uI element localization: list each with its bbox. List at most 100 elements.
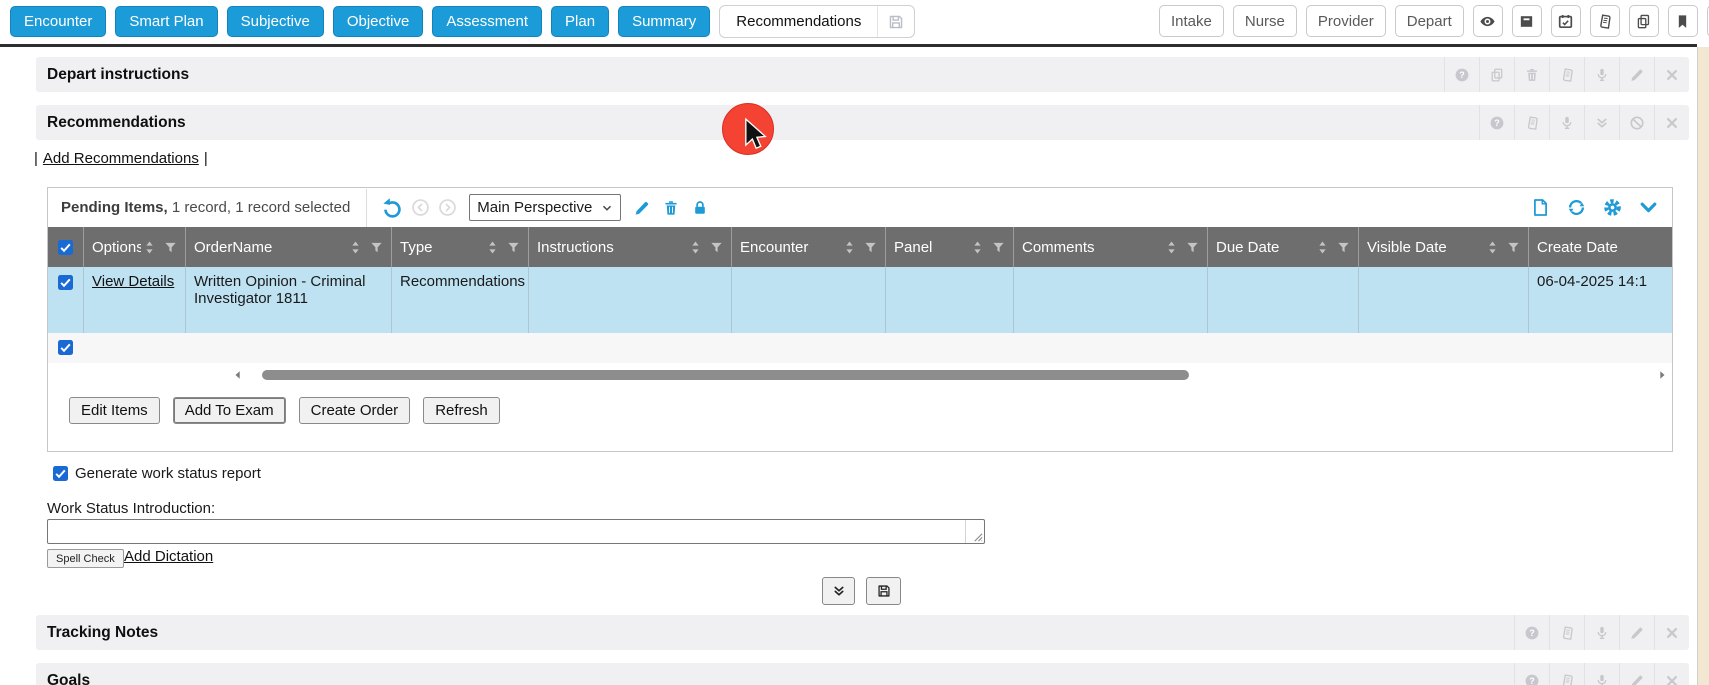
column-header-encounter[interactable]: Encounter <box>732 227 886 267</box>
tab-encounter[interactable]: Encounter <box>10 6 106 37</box>
page-scrollbar-track[interactable] <box>1697 47 1709 685</box>
help-icon[interactable]: ? <box>1444 57 1479 92</box>
filter-icon[interactable] <box>1506 240 1521 255</box>
close-icon[interactable] <box>1654 615 1689 650</box>
book-icon[interactable] <box>1514 105 1549 140</box>
filter-icon[interactable] <box>709 240 724 255</box>
generate-work-status-checkbox[interactable] <box>53 466 68 481</box>
tab-recommendations-active[interactable]: Recommendations <box>719 5 915 38</box>
book-icon[interactable] <box>1549 615 1584 650</box>
sort-icon[interactable] <box>1484 239 1501 256</box>
help-icon[interactable]: ? <box>1514 663 1549 685</box>
eye-icon[interactable] <box>1473 5 1503 37</box>
archive-icon[interactable] <box>1512 5 1542 37</box>
column-header-type[interactable]: Type <box>392 227 529 267</box>
save-tab-icon[interactable] <box>878 6 914 37</box>
sort-icon[interactable] <box>969 239 986 256</box>
intake-button[interactable]: Intake <box>1159 5 1224 37</box>
add-to-exam-button[interactable]: Add To Exam <box>173 397 286 424</box>
column-header-due-date[interactable]: Due Date <box>1208 227 1359 267</box>
row-checkbox[interactable] <box>58 275 73 290</box>
pencil-icon[interactable] <box>1619 57 1654 92</box>
help-icon[interactable]: ? <box>1479 105 1514 140</box>
select-all-checkbox[interactable] <box>58 240 73 255</box>
tab-assessment[interactable]: Assessment <box>432 6 542 37</box>
filter-icon[interactable] <box>863 240 878 255</box>
lock-icon[interactable] <box>691 199 709 217</box>
expand-section-button[interactable] <box>822 577 855 605</box>
pencil-icon[interactable] <box>1619 663 1654 685</box>
column-header-visible-date[interactable]: Visible Date <box>1359 227 1529 267</box>
pencil-icon[interactable] <box>633 199 651 217</box>
add-recommendations-link[interactable]: Add Recommendations <box>43 150 199 167</box>
edit-items-button[interactable]: Edit Items <box>69 397 160 424</box>
resize-grip-icon[interactable] <box>972 531 983 542</box>
refresh-icon[interactable] <box>1566 197 1587 218</box>
sort-icon[interactable] <box>141 239 158 256</box>
column-header-ordername[interactable]: OrderName <box>186 227 392 267</box>
sort-icon[interactable] <box>1314 239 1331 256</box>
microphone-icon[interactable] <box>1549 105 1584 140</box>
nav-next-icon[interactable] <box>438 198 457 217</box>
sort-icon[interactable] <box>347 239 364 256</box>
nav-previous-icon[interactable] <box>411 198 430 217</box>
new-row-checkbox[interactable] <box>58 340 73 355</box>
copy-icon[interactable] <box>1479 57 1514 92</box>
copy-icon[interactable] <box>1629 5 1659 37</box>
filter-icon[interactable] <box>506 240 521 255</box>
undo-icon[interactable] <box>381 197 403 219</box>
tab-plan[interactable]: Plan <box>551 6 609 37</box>
help-icon[interactable]: ? <box>1514 615 1549 650</box>
provider-button[interactable]: Provider <box>1306 5 1386 37</box>
depart-button[interactable]: Depart <box>1395 5 1464 37</box>
hscroll-thumb[interactable] <box>262 370 1189 380</box>
column-header-panel[interactable]: Panel <box>886 227 1014 267</box>
nurse-button[interactable]: Nurse <box>1233 5 1297 37</box>
chevron-down-icon[interactable] <box>1638 197 1659 218</box>
tab-objective[interactable]: Objective <box>333 6 424 37</box>
book-icon[interactable] <box>1549 663 1584 685</box>
bookmark-icon[interactable] <box>1668 5 1698 37</box>
filter-icon[interactable] <box>369 240 384 255</box>
view-details-link[interactable]: View Details <box>92 273 174 290</box>
microphone-icon[interactable] <box>1584 615 1619 650</box>
book-icon[interactable] <box>1590 5 1620 37</box>
work-status-introduction-textarea[interactable] <box>47 519 985 544</box>
hscroll-right-arrow-icon[interactable] <box>1656 369 1668 381</box>
column-header-instructions[interactable]: Instructions <box>529 227 732 267</box>
refresh-button[interactable]: Refresh <box>423 397 500 424</box>
sort-icon[interactable] <box>841 239 858 256</box>
tab-subjective[interactable]: Subjective <box>227 6 324 37</box>
hscroll-left-arrow-icon[interactable] <box>232 369 244 381</box>
create-order-button[interactable]: Create Order <box>299 397 411 424</box>
tab-smart-plan[interactable]: Smart Plan <box>115 6 217 37</box>
spell-check-button[interactable]: Spell Check <box>47 549 124 568</box>
filter-icon[interactable] <box>991 240 1006 255</box>
table-row-selected[interactable]: View Details Written Opinion - Criminal … <box>48 267 1672 333</box>
microphone-icon[interactable] <box>1584 663 1619 685</box>
trash-icon[interactable] <box>662 199 680 217</box>
filter-icon[interactable] <box>1336 240 1351 255</box>
close-icon[interactable] <box>1654 105 1689 140</box>
sort-icon[interactable] <box>687 239 704 256</box>
sort-icon[interactable] <box>1163 239 1180 256</box>
filter-icon[interactable] <box>163 240 178 255</box>
pencil-icon[interactable] <box>1619 615 1654 650</box>
no-entry-icon[interactable] <box>1619 105 1654 140</box>
calendar-check-icon[interactable] <box>1551 5 1581 37</box>
column-header-comments[interactable]: Comments <box>1014 227 1208 267</box>
new-doc-icon[interactable] <box>1530 197 1551 218</box>
filter-icon[interactable] <box>1185 240 1200 255</box>
perspective-select[interactable]: Main Perspective <box>469 194 621 221</box>
add-dictation-link[interactable]: Add Dictation <box>124 548 213 565</box>
tab-summary[interactable]: Summary <box>618 6 710 37</box>
double-chevron-down-icon[interactable] <box>1584 105 1619 140</box>
gear-icon[interactable] <box>1602 197 1623 218</box>
close-icon[interactable] <box>1654 663 1689 685</box>
close-icon[interactable] <box>1654 57 1689 92</box>
column-header-options[interactable]: Options <box>84 227 186 267</box>
save-button[interactable] <box>866 577 901 605</box>
microphone-icon[interactable] <box>1584 57 1619 92</box>
book-icon[interactable] <box>1549 57 1584 92</box>
column-header-create-date[interactable]: Create Date <box>1529 227 1672 267</box>
